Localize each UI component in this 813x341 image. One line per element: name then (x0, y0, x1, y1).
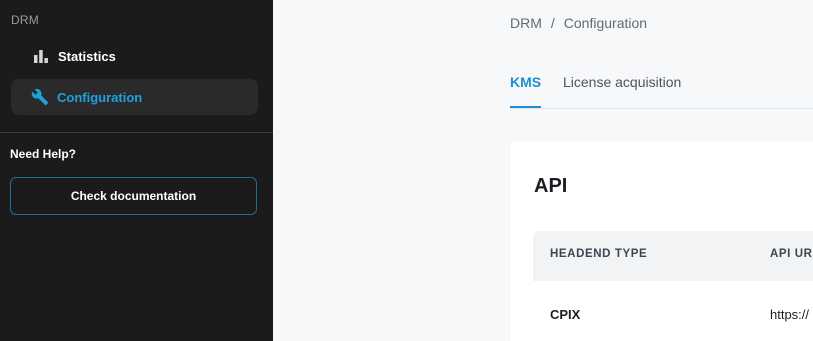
cell-api-url: https:// (770, 307, 810, 322)
cell-headend-type: CPIX (550, 307, 581, 322)
sidebar-item-label: Statistics (58, 48, 116, 64)
breadcrumb: DRM / Configuration (510, 15, 647, 31)
sidebar-section-label: DRM (11, 13, 39, 27)
sidebar-item-label: Configuration (57, 89, 143, 105)
tab-kms[interactable]: KMS (510, 74, 542, 108)
api-card: API HEADEND TYPE API URI CPIX https:// (510, 141, 813, 341)
breadcrumb-separator: / (550, 15, 555, 31)
column-header-api-url: API URI (770, 248, 813, 260)
sidebar-item-configuration[interactable]: Configuration (11, 79, 258, 115)
sidebar: DRM Statistics Configuration Need Help? … (0, 0, 273, 341)
help-title: Need Help? (10, 147, 77, 161)
breadcrumb-root[interactable]: DRM (510, 15, 542, 31)
sidebar-divider (0, 132, 273, 133)
breadcrumb-current: Configuration (563, 15, 648, 31)
table-header: HEADEND TYPE API URI (533, 231, 813, 281)
tab-bar: KMS License acquisition (510, 74, 813, 109)
table-row[interactable]: CPIX https:// (533, 281, 813, 341)
wrench-icon (31, 88, 49, 106)
sidebar-item-statistics[interactable]: Statistics (11, 38, 258, 74)
card-title: API (534, 175, 568, 197)
tab-license-acquisition[interactable]: License acquisition (563, 74, 681, 108)
check-documentation-button[interactable]: Check documentation (10, 177, 257, 215)
column-header-headend-type: HEADEND TYPE (550, 248, 648, 260)
api-table: HEADEND TYPE API URI CPIX https:// (533, 231, 813, 341)
bar-chart-icon (32, 47, 50, 65)
